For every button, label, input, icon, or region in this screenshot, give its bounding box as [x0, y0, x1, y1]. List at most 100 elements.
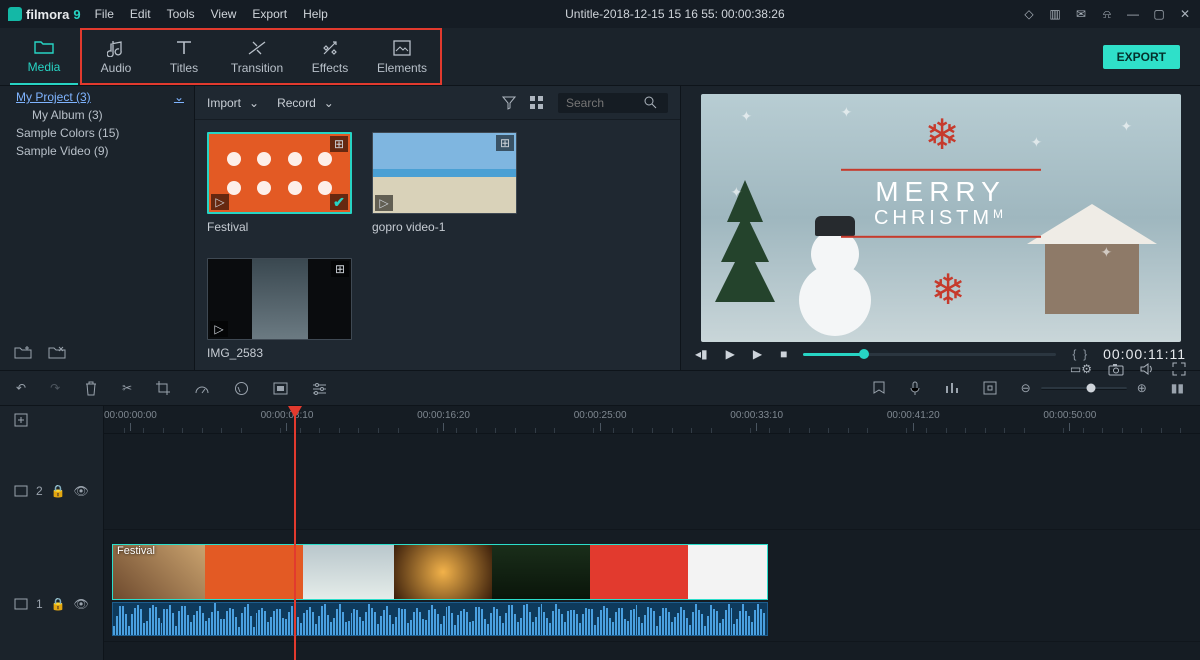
track-1[interactable]: Festival: [104, 530, 1200, 642]
progress-bar[interactable]: [803, 353, 1056, 356]
mark-in-out-icon[interactable]: { }: [1072, 347, 1087, 361]
adjust-icon[interactable]: [312, 382, 327, 395]
message-icon[interactable]: ✉: [1074, 7, 1088, 21]
elements-icon: [393, 39, 411, 57]
import-dropdown[interactable]: Import⌄: [207, 96, 259, 110]
zoom-fit-icon[interactable]: ▮▮: [1171, 381, 1184, 395]
prev-frame-button[interactable]: ◂▮: [695, 347, 708, 361]
search-box[interactable]: [558, 93, 668, 113]
speed-icon[interactable]: [194, 381, 210, 395]
account-icon[interactable]: ◇: [1022, 7, 1036, 21]
export-button[interactable]: EXPORT: [1103, 45, 1180, 69]
close-icon[interactable]: ✕: [1178, 7, 1192, 21]
audio-mixer-icon[interactable]: [945, 381, 959, 395]
sidebar-item-video[interactable]: Sample Video (9): [16, 142, 184, 160]
thumb-label: Festival: [207, 220, 352, 234]
play-icon: ▷: [375, 195, 393, 211]
eye-icon[interactable]: 👁: [74, 484, 89, 498]
clip-label: Festival: [117, 545, 155, 557]
render-icon[interactable]: [983, 381, 997, 395]
play-button[interactable]: ▶: [726, 347, 735, 361]
tab-transition[interactable]: Transition: [218, 30, 296, 83]
filter-icon[interactable]: [502, 96, 516, 110]
voiceover-icon[interactable]: [909, 381, 921, 396]
time-ruler[interactable]: 00:00:00:0000:00:08:1000:00:16:2000:00:2…: [104, 406, 1200, 434]
color-icon[interactable]: [234, 381, 249, 396]
audio-clip[interactable]: [112, 602, 768, 636]
lock-icon[interactable]: 🔒: [51, 484, 66, 498]
tab-media[interactable]: Media: [10, 28, 78, 85]
add-track-button[interactable]: [0, 406, 103, 434]
zoom-control[interactable]: ⊖ ⊕: [1021, 381, 1147, 395]
volume-icon[interactable]: [1140, 362, 1156, 376]
playhead[interactable]: [294, 406, 296, 660]
thumb-festival[interactable]: ⊞ ▷ ✔: [207, 132, 352, 214]
video-clip-festival[interactable]: Festival: [112, 544, 768, 600]
minimize-icon[interactable]: ―: [1126, 7, 1140, 21]
ruler-tick: 00:00:41:20: [887, 406, 940, 433]
greenscreen-icon[interactable]: [273, 382, 288, 395]
media-item-img[interactable]: ⊞ ▷ IMG_2583: [207, 258, 352, 360]
menu-view[interactable]: View: [211, 7, 237, 21]
app-name: filmora: [26, 7, 69, 22]
split-icon[interactable]: ✂: [122, 381, 132, 395]
timeline: 2 🔒 👁 1 🔒 👁 00:00:00:0000:00:08:1000:00:…: [0, 406, 1200, 660]
redo-icon[interactable]: ↷: [50, 381, 60, 395]
title-line2: CHRISTM: [874, 206, 993, 228]
track-header-2[interactable]: 2 🔒 👁: [0, 434, 103, 547]
snapshot-icon[interactable]: [1108, 363, 1124, 376]
chevron-down-icon: ⌄: [249, 96, 259, 110]
sidebar-item-album[interactable]: My Album (3): [16, 106, 184, 124]
thumb-gopro[interactable]: ⊞ ▷: [372, 132, 517, 214]
notify-icon[interactable]: ▥: [1048, 7, 1062, 21]
zoom-in-icon[interactable]: ⊕: [1137, 381, 1147, 395]
new-folder-icon[interactable]: [14, 345, 32, 360]
play-icon: ▷: [211, 194, 229, 210]
delete-icon[interactable]: [84, 381, 98, 396]
tab-titles-label: Titles: [170, 61, 198, 75]
play-range-button[interactable]: ▶: [753, 347, 762, 361]
marker-icon[interactable]: [873, 381, 885, 396]
fullscreen-icon[interactable]: [1172, 362, 1186, 376]
ribbon: Media Audio Titles Transition Effects El…: [0, 28, 1200, 86]
crop-icon[interactable]: [156, 381, 170, 395]
record-dropdown[interactable]: Record⌄: [277, 96, 334, 110]
preview-canvas: ❄ ❄ ✦✦ ✦✦ ✦✦ MERRY CHRISTMM: [701, 94, 1181, 342]
media-item-gopro[interactable]: ⊞ ▷ gopro video-1: [372, 132, 517, 234]
media-panel: Import⌄ Record⌄ ⊞ ▷ ✔ Festival: [195, 86, 680, 370]
film-icon: ⊞: [496, 135, 514, 151]
menu-bar: File Edit Tools View Export Help: [95, 7, 328, 21]
menu-tools[interactable]: Tools: [167, 7, 195, 21]
lock-icon[interactable]: 🔒: [51, 597, 66, 611]
grid-view-icon[interactable]: [530, 96, 544, 110]
transport-bar: ◂▮ ▶ ▶ ■ { } 00:00:11:11: [681, 346, 1200, 362]
tab-audio[interactable]: Audio: [82, 30, 150, 83]
tab-elements[interactable]: Elements: [364, 30, 440, 83]
menu-export[interactable]: Export: [252, 7, 287, 21]
sidebar-item-colors[interactable]: Sample Colors (15): [16, 124, 184, 142]
undo-icon[interactable]: ↶: [16, 381, 26, 395]
tab-effects[interactable]: Effects: [296, 30, 364, 83]
media-toolbar: Import⌄ Record⌄: [195, 86, 680, 120]
title-bar: filmora9 File Edit Tools View Export Hel…: [0, 0, 1200, 28]
eye-icon[interactable]: 👁: [74, 597, 89, 611]
stop-button[interactable]: ■: [780, 347, 787, 361]
render-settings-icon[interactable]: ▭⚙: [1070, 362, 1092, 376]
search-input[interactable]: [566, 96, 644, 110]
timeline-canvas[interactable]: 00:00:00:0000:00:08:1000:00:16:2000:00:2…: [104, 406, 1200, 660]
media-item-festival[interactable]: ⊞ ▷ ✔ Festival: [207, 132, 352, 234]
menu-help[interactable]: Help: [303, 7, 328, 21]
tab-titles[interactable]: Titles: [150, 30, 218, 83]
menu-edit[interactable]: Edit: [130, 7, 151, 21]
sidebar-item-project[interactable]: My Project (3) ⌄: [16, 88, 184, 106]
mic-icon[interactable]: ⍾: [1100, 7, 1114, 22]
track-header-1[interactable]: 1 🔒 👁: [0, 547, 103, 660]
highlighted-tabs-box: Audio Titles Transition Effects Elements: [80, 28, 442, 85]
snowflake-icon: ❄: [931, 265, 966, 314]
thumb-img[interactable]: ⊞ ▷: [207, 258, 352, 340]
track-2[interactable]: [104, 434, 1200, 530]
menu-file[interactable]: File: [95, 7, 114, 21]
delete-folder-icon[interactable]: [48, 345, 66, 360]
maximize-icon[interactable]: ▢: [1152, 7, 1166, 21]
zoom-out-icon[interactable]: ⊖: [1021, 381, 1031, 395]
